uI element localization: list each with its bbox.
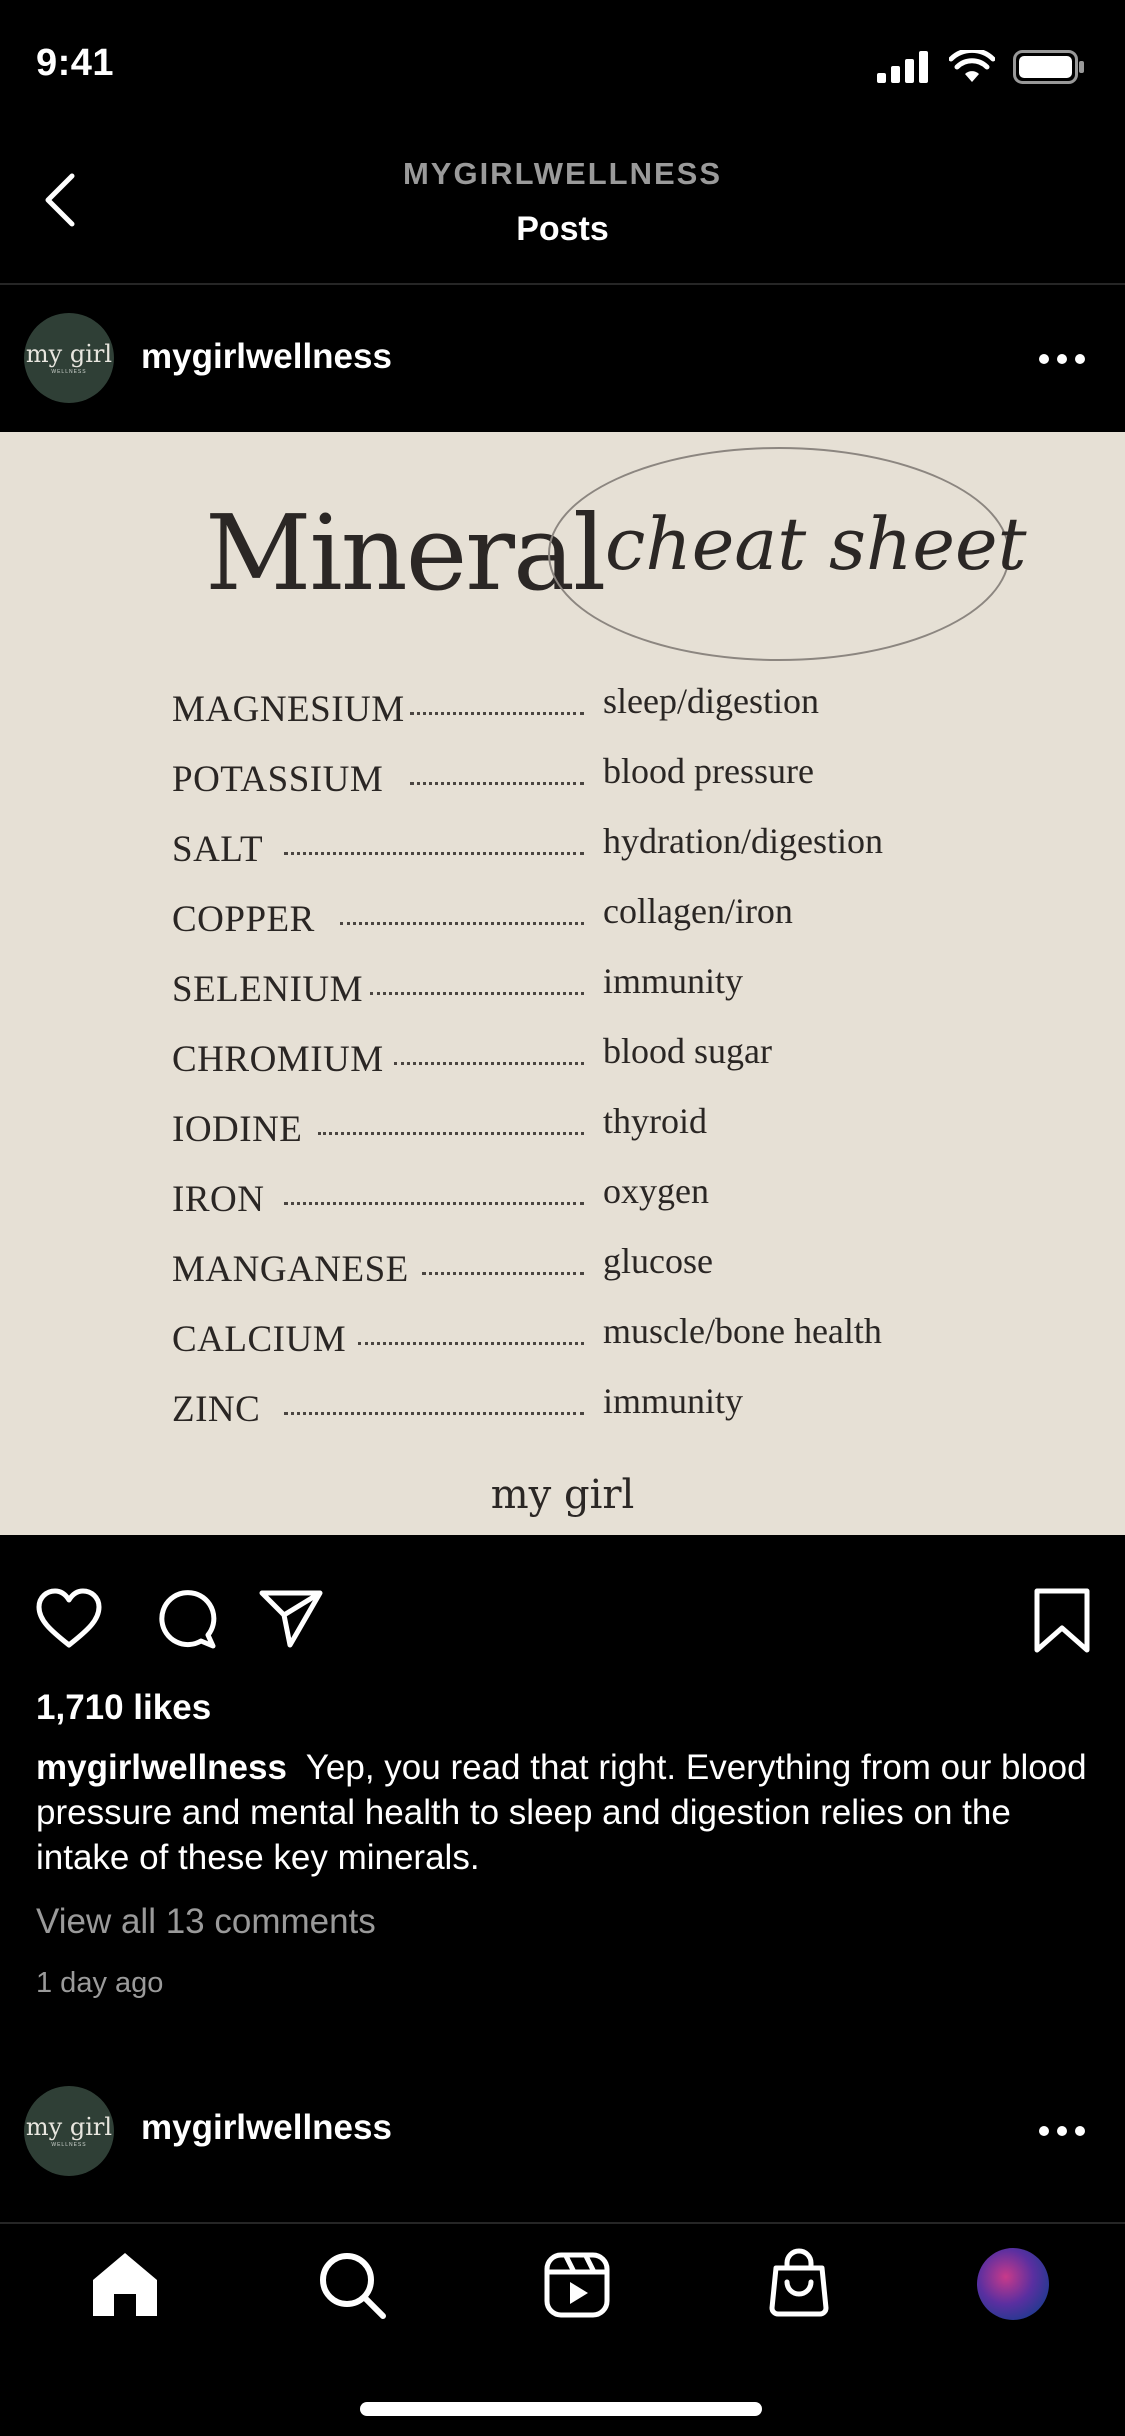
leader-dots [410,712,584,715]
likes-count[interactable]: 1,710 likes [36,1688,211,1728]
caption: mygirlwellness Yep, you read that right.… [36,1745,1096,1880]
profile-avatar[interactable] [977,2248,1049,2320]
comment-icon[interactable] [155,1588,217,1650]
shop-icon[interactable] [768,2248,830,2318]
leader-dots [370,992,584,995]
bookmark-icon[interactable] [1032,1588,1092,1654]
list-item: SALT hydration/digestion [172,820,972,880]
leader-dots [422,1272,584,1275]
mineral-use: immunity [603,1381,744,1421]
page-title: Posts [516,210,609,248]
list-item: IRON oxygen [172,1170,972,1230]
leader-dots [394,1062,584,1065]
avatar-text: my girl [25,2112,113,2141]
search-icon[interactable] [317,2250,387,2320]
mineral-name: SALT [172,829,264,870]
avatar[interactable]: my girl WELLNESS [24,313,114,403]
mineral-name: IRON [172,1179,265,1220]
list-item: SELENIUM immunity [172,960,972,1020]
mineral-use: thyroid [603,1101,707,1141]
view-comments-link[interactable]: View all 13 comments [36,1902,376,1942]
leader-dots [284,1412,584,1415]
image-brand: my girl [490,1472,635,1518]
mineral-name: CALCIUM [172,1319,347,1360]
mineral-use: immunity [603,961,744,1001]
mineral-use: collagen/iron [603,891,793,931]
nav-divider [0,2222,1125,2224]
home-indicator[interactable] [360,2402,762,2416]
header-divider [0,283,1125,285]
mineral-name: POTASSIUM [172,759,384,800]
avatar[interactable]: my girl WELLNESS [24,2086,114,2176]
reels-icon[interactable] [544,2252,610,2318]
mineral-use: oxygen [603,1171,709,1211]
leader-dots [284,1202,584,1205]
more-horizontal-icon[interactable] [1039,2126,1085,2136]
avatar-text: my girl [25,339,113,368]
mineral-name: CHROMIUM [172,1039,384,1080]
cellular-signal-icon [877,51,928,83]
post-timestamp: 1 day ago [36,1967,164,1999]
leader-dots [358,1342,584,1345]
mineral-name: MAGNESIUM [172,689,405,730]
mineral-use: blood sugar [603,1031,772,1071]
list-item: CHROMIUM blood sugar [172,1030,972,1090]
post-image[interactable]: Mineral cheat sheet MAGNESIUM sleep/dige… [0,432,1125,1535]
post-username[interactable]: mygirlwellness [141,337,392,377]
image-title: Mineral [205,492,606,614]
status-icons [877,50,1085,84]
mineral-name: ZINC [172,1389,261,1430]
heart-icon[interactable] [36,1588,102,1650]
leader-dots [340,922,584,925]
caption-username[interactable]: mygirlwellness [36,1748,287,1787]
list-item: POTASSIUM blood pressure [172,750,972,810]
wifi-icon [949,50,995,82]
leader-dots [318,1132,584,1135]
list-item: MANGANESE glucose [172,1240,972,1300]
list-item: MAGNESIUM sleep/digestion [172,680,972,740]
leader-dots [284,852,584,855]
status-time: 9:41 [36,42,115,84]
mineral-use: muscle/bone health [603,1311,882,1351]
mineral-name: MANGANESE [172,1249,409,1290]
more-horizontal-icon[interactable] [1039,354,1085,364]
list-item: COPPER collagen/iron [172,890,972,950]
mineral-name: IODINE [172,1109,303,1150]
next-post-username[interactable]: mygirlwellness [141,2108,392,2148]
mineral-name: SELENIUM [172,969,364,1010]
image-subtitle: cheat sheet [605,502,1027,586]
avatar-subtext: WELLNESS [51,368,87,375]
battery-icon [1013,50,1084,84]
list-item: ZINC immunity [172,1380,972,1440]
home-icon[interactable] [90,2250,160,2318]
mineral-name: COPPER [172,899,315,940]
avatar-subtext: WELLNESS [51,2141,87,2148]
mineral-use: glucose [603,1241,713,1281]
list-item: CALCIUM muscle/bone health [172,1310,972,1370]
send-icon[interactable] [258,1588,324,1650]
list-item: IODINE thyroid [172,1100,972,1160]
mineral-use: blood pressure [603,751,814,791]
mineral-use: hydration/digestion [603,821,883,861]
leader-dots [410,782,584,785]
header-account-name: MYGIRLWELLNESS [402,156,723,191]
mineral-use: sleep/digestion [603,681,819,721]
